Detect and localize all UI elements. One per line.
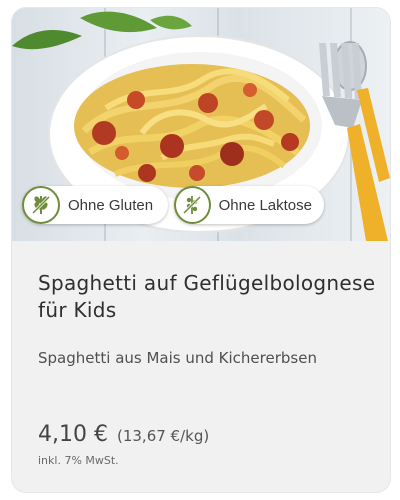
product-price: 4,10 € bbox=[38, 422, 108, 447]
wheat-crossed-icon bbox=[22, 186, 60, 224]
product-card[interactable]: Ohne Gluten Ohne Laktose Spaghetti auf G… bbox=[12, 8, 390, 492]
price-row: 4,10 € (13,67 €/kg) bbox=[38, 422, 209, 447]
product-description: Spaghetti aus Mais und Kichererbsen bbox=[38, 349, 317, 367]
product-image[interactable]: Ohne Gluten Ohne Laktose bbox=[12, 8, 390, 241]
badge-lactose-free: Ohne Laktose bbox=[174, 186, 324, 224]
lactose-free-icon bbox=[174, 186, 211, 224]
tax-note: inkl. 7% MwSt. bbox=[38, 454, 119, 467]
badge-label-gluten-free: Ohne Gluten bbox=[68, 196, 154, 214]
unit-price: (13,67 €/kg) bbox=[116, 427, 210, 445]
badge-gluten-free: Ohne Gluten bbox=[22, 186, 168, 224]
product-title[interactable]: Spaghetti auf Geflügelbolognese für Kids bbox=[38, 270, 378, 324]
badge-label-lactose-free: Ohne Laktose bbox=[218, 196, 312, 214]
